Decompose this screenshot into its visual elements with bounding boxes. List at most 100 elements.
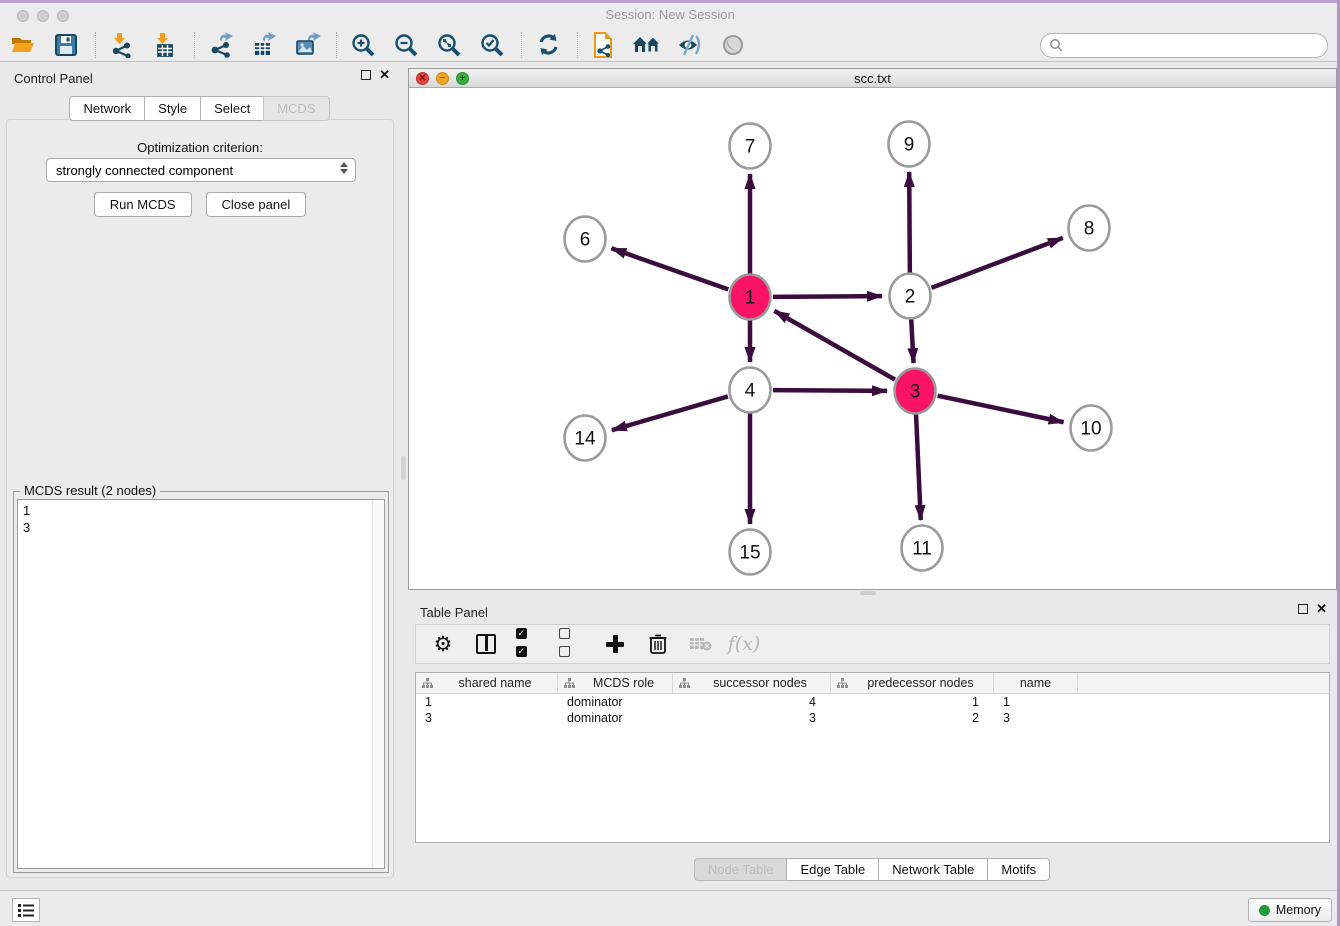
minimize-window-icon[interactable] bbox=[37, 10, 49, 22]
svg-text:7: 7 bbox=[745, 137, 756, 158]
vertical-splitter[interactable] bbox=[400, 62, 408, 890]
close-window-icon[interactable] bbox=[17, 10, 29, 22]
edge-4-14[interactable] bbox=[612, 396, 728, 430]
delete-row-button[interactable] bbox=[645, 631, 671, 657]
edge-2-8[interactable] bbox=[932, 238, 1063, 288]
graph-node-10[interactable]: 10 bbox=[1071, 406, 1112, 451]
edge-3-1[interactable] bbox=[774, 311, 895, 380]
close-panel-icon[interactable]: ✕ bbox=[379, 70, 390, 80]
hide-graphics-button[interactable] bbox=[674, 30, 706, 60]
graph-node-14[interactable]: 14 bbox=[565, 416, 606, 461]
close-network-icon[interactable]: ✕ bbox=[416, 72, 429, 85]
graph-node-2[interactable]: 2 bbox=[890, 274, 931, 319]
network-titlebar[interactable]: ✕ − + scc.txt bbox=[409, 69, 1336, 88]
zoom-window-icon[interactable] bbox=[57, 10, 69, 22]
column-header-predecessor-nodes[interactable]: predecessor nodes bbox=[831, 673, 994, 693]
tab-style[interactable]: Style bbox=[144, 96, 201, 121]
column-header-MCDS-role[interactable]: MCDS role bbox=[558, 673, 673, 693]
result-scrollbar[interactable] bbox=[372, 500, 384, 868]
zoom-fit-icon bbox=[436, 32, 462, 58]
export-image-button[interactable] bbox=[291, 30, 323, 60]
refresh-button[interactable] bbox=[532, 30, 564, 60]
close-panel-icon[interactable]: ✕ bbox=[1316, 604, 1327, 614]
duplicate-network-button[interactable] bbox=[588, 30, 620, 60]
zoom-out-button[interactable] bbox=[390, 30, 422, 60]
edge-3-11[interactable] bbox=[916, 414, 921, 520]
select-all-button[interactable] bbox=[516, 631, 542, 657]
graph-node-1[interactable]: 1 bbox=[730, 275, 771, 320]
export-table-button[interactable] bbox=[248, 30, 280, 60]
select-spinner-icon bbox=[340, 162, 348, 174]
tab-network[interactable]: Network bbox=[69, 96, 145, 121]
search-box[interactable] bbox=[1040, 33, 1328, 58]
column-header-successor-nodes[interactable]: successor nodes bbox=[673, 673, 831, 693]
cell-name[interactable]: 1 bbox=[994, 694, 1078, 710]
cell-MCDS-role[interactable]: dominator bbox=[558, 694, 673, 710]
memory-button[interactable]: Memory bbox=[1248, 898, 1332, 922]
graph-node-11[interactable]: 11 bbox=[902, 526, 943, 571]
node-table[interactable]: shared nameMCDS rolesuccessor nodesprede… bbox=[415, 672, 1330, 843]
criterion-select[interactable]: strongly connected component bbox=[46, 158, 356, 182]
graph-node-6[interactable]: 6 bbox=[565, 217, 606, 262]
deselect-all-button[interactable] bbox=[559, 631, 585, 657]
import-network-icon bbox=[109, 32, 135, 58]
cell-MCDS-role[interactable]: dominator bbox=[558, 710, 673, 726]
minimize-network-icon[interactable]: − bbox=[436, 72, 449, 85]
tab-mcds[interactable]: MCDS bbox=[263, 96, 329, 121]
graph-node-9[interactable]: 9 bbox=[889, 122, 930, 167]
split-panel-button[interactable] bbox=[473, 631, 499, 657]
cell-successor-nodes[interactable]: 3 bbox=[673, 710, 831, 726]
float-panel-icon[interactable] bbox=[1298, 604, 1308, 614]
search-input[interactable] bbox=[1064, 38, 1304, 53]
cell-successor-nodes[interactable]: 4 bbox=[673, 694, 831, 710]
task-history-button[interactable] bbox=[12, 898, 40, 922]
graph-node-15[interactable]: 15 bbox=[730, 530, 771, 575]
edge-2-3[interactable] bbox=[911, 319, 913, 363]
column-header-name[interactable]: name bbox=[994, 673, 1078, 693]
splitter-grip[interactable] bbox=[860, 591, 876, 595]
graph-node-3[interactable]: 3 bbox=[895, 369, 936, 414]
cell-shared-name[interactable]: 3 bbox=[416, 710, 558, 726]
edge-4-3[interactable] bbox=[773, 390, 887, 391]
close-panel-button[interactable]: Close panel bbox=[206, 192, 307, 217]
cell-predecessor-nodes[interactable]: 1 bbox=[831, 694, 994, 710]
tab-edge-table[interactable]: Edge Table bbox=[786, 858, 879, 881]
edge-3-10[interactable] bbox=[938, 396, 1064, 423]
zoom-selected-button[interactable] bbox=[476, 30, 508, 60]
show-graphics-button[interactable] bbox=[717, 30, 749, 60]
import-network-button[interactable] bbox=[106, 30, 138, 60]
import-table-button[interactable] bbox=[149, 30, 181, 60]
run-mcds-button[interactable]: Run MCDS bbox=[94, 192, 192, 217]
column-header-shared-name[interactable]: shared name bbox=[416, 673, 558, 693]
cell-name[interactable]: 3 bbox=[994, 710, 1078, 726]
window-controls[interactable] bbox=[17, 9, 77, 27]
network-canvas[interactable]: 7 9 6 8 1 2 4 3 14 10 15 11 bbox=[409, 88, 1336, 589]
edge-1-2[interactable] bbox=[773, 296, 882, 297]
splitter-grip[interactable] bbox=[401, 456, 406, 480]
mcds-result-textarea[interactable]: 1 3 bbox=[17, 499, 385, 869]
cell-predecessor-nodes[interactable]: 2 bbox=[831, 710, 994, 726]
graph-node-4[interactable]: 4 bbox=[730, 368, 771, 413]
float-panel-icon[interactable] bbox=[361, 70, 371, 80]
network-graph[interactable]: 7 9 6 8 1 2 4 3 14 10 15 11 bbox=[409, 88, 1336, 589]
tab-node-table[interactable]: Node Table bbox=[694, 858, 788, 881]
tab-select[interactable]: Select bbox=[200, 96, 264, 121]
cell-shared-name[interactable]: 1 bbox=[416, 694, 558, 710]
zoom-fit-button[interactable] bbox=[433, 30, 465, 60]
table-row[interactable]: 1dominator411 bbox=[416, 694, 1329, 710]
tab-network-table[interactable]: Network Table bbox=[878, 858, 988, 881]
save-session-button[interactable] bbox=[50, 30, 82, 60]
add-row-button[interactable] bbox=[602, 631, 628, 657]
home-button[interactable] bbox=[631, 30, 663, 60]
table-row[interactable]: 3dominator323 bbox=[416, 710, 1329, 726]
edge-2-9[interactable] bbox=[909, 172, 910, 273]
open-session-button[interactable] bbox=[7, 30, 39, 60]
zoom-in-button[interactable] bbox=[347, 30, 379, 60]
graph-node-7[interactable]: 7 bbox=[730, 124, 771, 169]
graph-node-8[interactable]: 8 bbox=[1069, 206, 1110, 251]
edge-1-6[interactable] bbox=[611, 248, 728, 289]
table-settings-button[interactable]: ⚙ bbox=[430, 631, 456, 657]
tab-motifs[interactable]: Motifs bbox=[987, 858, 1050, 881]
export-network-button[interactable] bbox=[205, 30, 237, 60]
maximize-network-icon[interactable]: + bbox=[456, 72, 469, 85]
